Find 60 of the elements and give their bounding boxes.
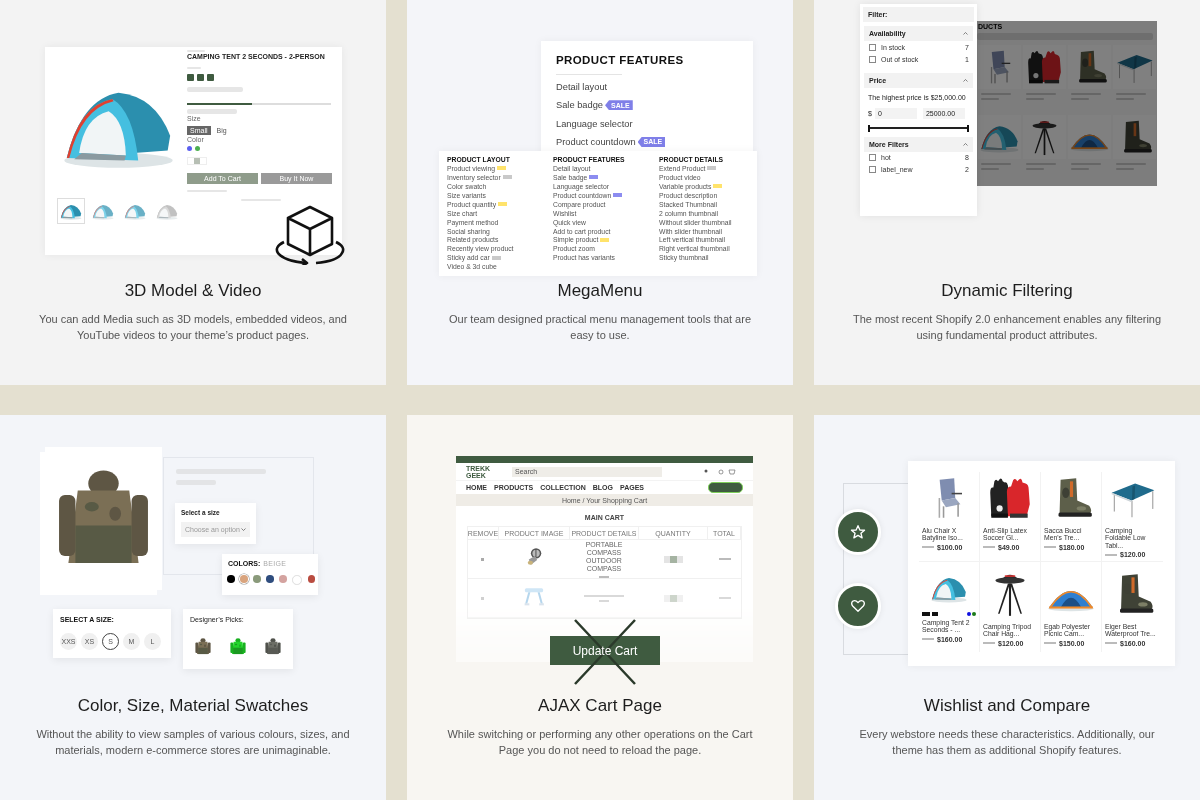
placeholder-line [187, 87, 243, 92]
menu-item[interactable]: Language selector [556, 118, 633, 129]
feature-description: The most recent Shopify 2.0 enhancement enables any filtering using fundamental product attributes. [851, 312, 1163, 343]
old-price [922, 638, 934, 641]
old-price [983, 642, 995, 645]
star-icon [850, 524, 866, 540]
color-swatch[interactable] [266, 575, 274, 583]
placeholder-line [718, 597, 731, 599]
old-price [1044, 642, 1056, 645]
checkbox[interactable] [869, 43, 876, 51]
remove-icon[interactable] [481, 557, 485, 561]
placeholder-line [584, 594, 624, 597]
menu-item[interactable]: Sale badge [556, 100, 604, 111]
feature-title: Wishlist and Compare [922, 695, 1092, 717]
feature-description: Our team designed practical menu management tools that are easy to use. [447, 312, 753, 343]
feature-description: You can add Media such as 3D models, embedded videos, and YouTube videos to your theme’s product pages. [38, 312, 348, 343]
quantity-stepper[interactable] [187, 157, 207, 165]
color-swatch[interactable] [279, 575, 287, 583]
feature-title: Color, Size, Material Swatches [76, 695, 310, 717]
feature-title: AJAX Cart Page [537, 695, 663, 717]
feature-title: Dynamic Filtering [940, 280, 1074, 302]
color-swatch[interactable] [227, 575, 235, 583]
heart-icon [850, 598, 866, 614]
old-price [983, 546, 995, 549]
color-dot[interactable] [966, 612, 971, 616]
menu-item[interactable]: Detail layout [556, 82, 608, 92]
feature-title: 3D Model & Video [123, 280, 263, 302]
color-dot[interactable] [972, 612, 976, 616]
color-swatch[interactable] [307, 575, 316, 583]
thumbnail[interactable] [57, 198, 85, 224]
checkbox[interactable] [869, 154, 876, 161]
chevron-down-icon [241, 528, 246, 531]
collapse-icon [963, 142, 968, 146]
update-cart-button[interactable]: Update Cart [550, 636, 660, 665]
old-price [1044, 546, 1056, 549]
menu-heading: PRODUCT FEATURES [556, 54, 684, 66]
quantity-stepper[interactable] [663, 555, 683, 563]
help-button[interactable] [708, 482, 743, 493]
color-dot[interactable] [195, 146, 200, 151]
checkbox[interactable] [869, 166, 876, 173]
feature-title: MegaMenu [556, 280, 644, 302]
collapse-icon [963, 79, 968, 82]
feature-description: While switching or performing any other operations on the Cart Page you do not need to reload the page. [446, 727, 754, 758]
feature-description: Every webstore needs these characteristics. Additionally, our theme has them as additional Shopify features. [858, 727, 1156, 758]
color-dot[interactable] [187, 146, 192, 151]
collapse-icon [963, 32, 968, 35]
price-range-slider[interactable] [868, 124, 969, 132]
placeholder-line [718, 558, 731, 560]
checkbox[interactable] [869, 55, 876, 63]
feature-description: Without the ability to view samples of various colours, sizes, and materials, modern e-commerce stores are unimaginable. [35, 727, 351, 758]
old-price [922, 546, 934, 549]
color-swatch[interactable] [240, 575, 248, 583]
favorite-button[interactable] [835, 509, 881, 555]
old-price [1105, 642, 1117, 645]
color-swatch[interactable] [292, 575, 302, 585]
old-price [1105, 553, 1117, 556]
placeholder-line [187, 109, 237, 114]
color-swatch[interactable] [253, 575, 261, 583]
wishlist-button[interactable] [835, 583, 881, 629]
menu-item[interactable]: Product countdown [556, 136, 636, 147]
